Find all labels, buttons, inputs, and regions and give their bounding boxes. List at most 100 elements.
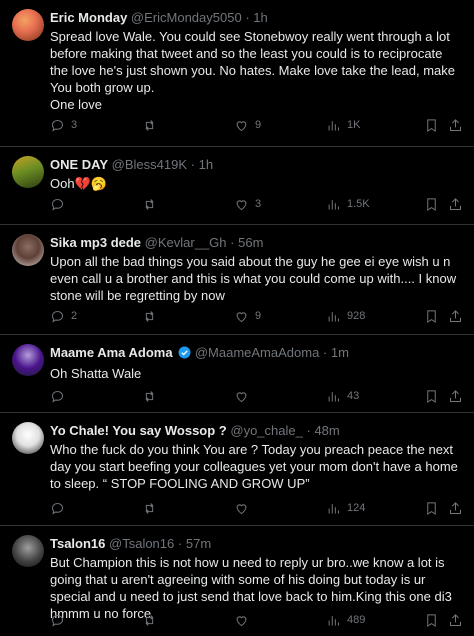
like-button[interactable] — [234, 389, 255, 404]
reply-button[interactable] — [50, 613, 71, 628]
tweet-header: Maame Ama Adoma @MaameAmaAdoma · 1m — [50, 345, 462, 363]
retweet-button[interactable] — [142, 613, 163, 628]
share-button[interactable] — [448, 309, 463, 324]
tweet-header: Sika mp3 dede @Kevlar__Gh · 56m — [50, 235, 462, 251]
share-icon — [450, 118, 461, 131]
avatar[interactable] — [12, 9, 44, 41]
reply-button[interactable] — [50, 389, 71, 404]
timestamp[interactable]: 1h — [253, 10, 267, 25]
tweet[interactable]: Maame Ama Adoma @MaameAmaAdoma · 1m Oh S… — [0, 335, 474, 413]
bookmark-button[interactable] — [424, 389, 439, 404]
bookmark-button[interactable] — [424, 501, 439, 516]
action-bar: 124 — [50, 499, 466, 517]
views-icon — [328, 503, 339, 513]
reply-button[interactable] — [50, 197, 71, 212]
like-button[interactable] — [234, 613, 255, 628]
bookmark-button[interactable] — [424, 309, 439, 324]
reply-icon — [51, 614, 64, 627]
views-icon — [328, 615, 339, 625]
author-handle[interactable]: @EricMonday5050 — [131, 10, 242, 25]
like-icon — [236, 199, 247, 210]
author-name[interactable]: Sika mp3 dede — [50, 235, 141, 250]
tweet-text: Spread love Wale. You could see Stonebwo… — [50, 29, 455, 112]
reply-button[interactable]: 2 — [50, 309, 77, 324]
avatar[interactable] — [12, 234, 44, 266]
share-button[interactable] — [448, 197, 463, 212]
views-button[interactable]: 1.5K — [326, 197, 370, 212]
avatar[interactable] — [12, 156, 44, 188]
avatar[interactable] — [12, 344, 44, 376]
tweet[interactable]: ONE DAY @Bless419K · 1h Ooh💔🥱 3 1.5K — [0, 147, 474, 225]
author-name[interactable]: ONE DAY — [50, 157, 108, 172]
timestamp[interactable]: 1m — [331, 345, 349, 360]
views-button[interactable]: 43 — [326, 389, 359, 404]
timestamp[interactable]: 57m — [186, 536, 211, 551]
views-count: 1.5K — [347, 198, 370, 210]
reply-icon — [51, 198, 64, 211]
reply-button[interactable] — [50, 501, 71, 516]
like-button[interactable] — [234, 501, 255, 516]
like-count: 3 — [255, 198, 262, 210]
tweet[interactable]: Yo Chale! You say Wossop ? @yo_chale_ · … — [0, 413, 474, 526]
reply-icon — [51, 502, 64, 515]
author-name[interactable]: Eric Monday — [50, 10, 127, 25]
author-handle[interactable]: @Kevlar__Gh — [145, 235, 227, 250]
tweet[interactable]: Tsalon16 @Tsalon16 · 57m But Champion th… — [0, 526, 474, 636]
retweet-icon — [145, 502, 154, 514]
verified-badge-icon — [178, 346, 191, 363]
author-name[interactable]: Maame Ama Adoma — [50, 345, 173, 360]
views-icon — [328, 120, 339, 130]
reply-icon — [51, 390, 64, 403]
timestamp[interactable]: 56m — [238, 235, 263, 250]
like-button[interactable]: 9 — [234, 309, 261, 324]
views-button[interactable]: 124 — [326, 501, 365, 516]
author-name[interactable]: Yo Chale! You say Wossop ? — [50, 423, 227, 438]
views-count: 1K — [347, 119, 361, 131]
retweet-button[interactable] — [142, 197, 163, 212]
bookmark-icon — [427, 197, 436, 211]
like-button[interactable]: 9 — [234, 118, 261, 133]
retweet-button[interactable] — [142, 309, 163, 324]
reply-button[interactable]: 3 — [50, 118, 77, 133]
separator: · — [322, 345, 328, 360]
timestamp[interactable]: 48m — [314, 423, 339, 438]
tweet-feed: Eric Monday @EricMonday5050 · 1h Spread … — [0, 0, 474, 636]
bookmark-button[interactable] — [424, 613, 439, 628]
avatar[interactable] — [12, 422, 44, 454]
bookmark-icon — [427, 389, 436, 403]
views-count: 928 — [347, 310, 366, 322]
views-button[interactable]: 1K — [326, 118, 360, 133]
views-count: 489 — [347, 614, 366, 626]
avatar[interactable] — [12, 535, 44, 567]
action-bar: 489 — [50, 611, 466, 629]
views-button[interactable]: 928 — [326, 309, 365, 324]
share-icon — [450, 613, 461, 626]
bookmark-button[interactable] — [424, 118, 439, 133]
retweet-icon — [145, 310, 154, 322]
like-button[interactable]: 3 — [234, 197, 261, 212]
bookmark-icon — [427, 118, 436, 132]
author-handle[interactable]: @Bless419K — [112, 157, 187, 172]
share-button[interactable] — [448, 613, 463, 628]
share-button[interactable] — [448, 118, 463, 133]
retweet-button[interactable] — [142, 118, 163, 133]
like-icon — [236, 311, 247, 322]
timestamp[interactable]: 1h — [199, 157, 213, 172]
author-handle[interactable]: @yo_chale_ — [230, 423, 302, 438]
reply-icon — [51, 310, 64, 323]
author-name[interactable]: Tsalon16 — [50, 536, 105, 551]
author-handle[interactable]: @MaameAmaAdoma — [195, 345, 319, 360]
tweet-header: Yo Chale! You say Wossop ? @yo_chale_ · … — [50, 423, 462, 439]
tweet[interactable]: Sika mp3 dede @Kevlar__Gh · 56m Upon all… — [0, 225, 474, 335]
share-button[interactable] — [448, 501, 463, 516]
retweet-button[interactable] — [142, 501, 163, 516]
tweet-header: Tsalon16 @Tsalon16 · 57m — [50, 536, 462, 552]
share-button[interactable] — [448, 389, 463, 404]
author-handle[interactable]: @Tsalon16 — [109, 536, 174, 551]
tweet[interactable]: Eric Monday @EricMonday5050 · 1h Spread … — [0, 0, 474, 147]
bookmark-button[interactable] — [424, 197, 439, 212]
retweet-icon — [145, 119, 154, 131]
share-icon — [450, 501, 461, 514]
views-button[interactable]: 489 — [326, 613, 365, 628]
retweet-button[interactable] — [142, 389, 163, 404]
